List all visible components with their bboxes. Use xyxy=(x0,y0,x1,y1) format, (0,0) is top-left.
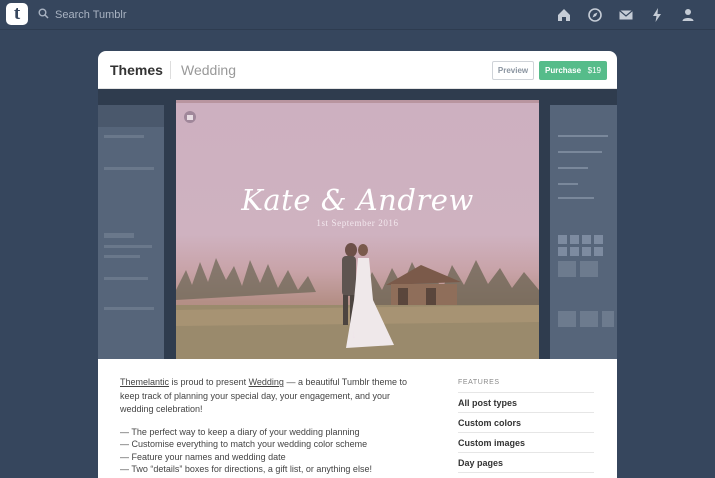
feature-item: Custom colors xyxy=(458,413,594,433)
tumblr-logo-letter: t xyxy=(13,3,21,24)
feature-item: All post types xyxy=(458,393,594,413)
theme-name: Wedding xyxy=(181,62,237,78)
compass-icon[interactable] xyxy=(586,6,604,24)
feature-bullet-list: — The perfect way to keep a diary of you… xyxy=(120,426,420,475)
features-list: FEATURES All post types Custom colors Cu… xyxy=(458,379,594,473)
account-icon[interactable] xyxy=(679,6,697,24)
header-divider xyxy=(170,61,171,79)
hero-title: Kate & Andrew xyxy=(241,183,474,217)
home-icon[interactable] xyxy=(555,6,573,24)
hero-image: Kate & Andrew 1st September 2016 ↓ xyxy=(176,100,539,359)
purchase-button[interactable]: Purchase $19 xyxy=(539,61,607,80)
theme-link[interactable]: Wedding xyxy=(249,377,284,387)
purchase-label: Purchase xyxy=(545,66,582,75)
theme-description: Themelantic is proud to present Wedding … xyxy=(120,376,410,417)
hero-top-border xyxy=(176,100,539,103)
feature-item: Day pages xyxy=(458,453,594,473)
author-link[interactable]: Themelantic xyxy=(120,377,169,387)
card-header: Themes Wedding Preview Purchase $19 xyxy=(98,51,617,89)
list-item: — Customise everything to match your wed… xyxy=(120,439,368,450)
preview-left-screenshot xyxy=(98,105,164,359)
features-heading: FEATURES xyxy=(458,379,594,393)
preview-button[interactable]: Preview xyxy=(492,61,534,80)
page-title[interactable]: Themes xyxy=(110,62,163,78)
lightning-icon[interactable] xyxy=(648,6,666,24)
top-navigation-bar: t Search Tumblr xyxy=(0,0,715,30)
hero-menu-icon[interactable] xyxy=(184,111,196,123)
nav-icons xyxy=(555,6,697,24)
hero-date: 1st September 2016 xyxy=(316,218,399,228)
search-box[interactable]: Search Tumblr xyxy=(38,7,178,23)
list-item: — The perfect way to keep a diary of you… xyxy=(120,427,360,437)
scroll-down-arrow-icon[interactable]: ↓ xyxy=(351,327,357,341)
list-item: — Feature your names and wedding date xyxy=(120,451,286,462)
purchase-price: $19 xyxy=(587,66,601,75)
theme-preview: Kate & Andrew 1st September 2016 ↓ xyxy=(98,89,617,359)
feature-item: Custom images xyxy=(458,433,594,453)
theme-card: Themes Wedding Preview Purchase $19 Kate… xyxy=(98,51,617,478)
description-text-1: is proud to present xyxy=(169,377,249,387)
preview-right-screenshot xyxy=(550,105,617,359)
list-item: — Two “details” boxes for directions, a … xyxy=(120,463,372,474)
mail-icon[interactable] xyxy=(617,6,635,24)
search-input[interactable]: Search Tumblr xyxy=(55,9,127,21)
search-icon xyxy=(38,6,49,24)
tumblr-logo[interactable]: t xyxy=(6,3,28,25)
